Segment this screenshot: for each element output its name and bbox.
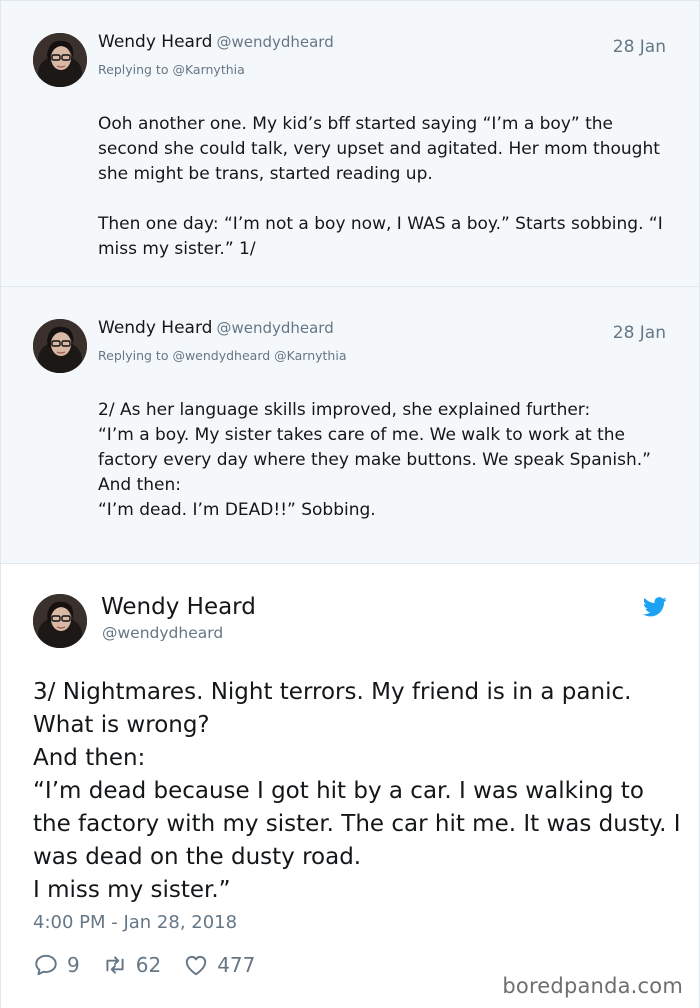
replying-to: Replying to @Karnythia [98, 62, 245, 77]
avatar-image [33, 33, 87, 87]
author-line: Wendy Heard @wendydheard [98, 318, 334, 338]
author-name[interactable]: Wendy Heard [98, 318, 212, 338]
avatar[interactable] [33, 33, 87, 87]
author-handle[interactable]: @wendydheard [216, 319, 333, 337]
tweet-date[interactable]: 28 Jan [613, 37, 666, 57]
tweet-date[interactable]: 28 Jan [613, 323, 666, 343]
twitter-bird-icon[interactable] [643, 596, 667, 618]
author-line: Wendy Heard @wendydheard [98, 32, 334, 52]
tweet-timestamp[interactable]: 4:00 PM - Jan 28, 2018 [33, 912, 237, 933]
avatar-image [33, 594, 87, 648]
author-name[interactable]: Wendy Heard [98, 32, 212, 52]
avatar-image [33, 319, 87, 373]
reply-count: 9 [67, 953, 80, 977]
tweet-text: Ooh another one. My kid’s bff started sa… [98, 114, 663, 259]
avatar[interactable] [33, 319, 87, 373]
tweet-actions: 9 62 477 [33, 952, 277, 978]
reply-button[interactable]: 9 [33, 952, 80, 978]
heart-icon [186, 955, 207, 976]
reply-icon [35, 954, 57, 976]
avatar[interactable] [33, 594, 87, 648]
reply-tweet-2[interactable]: Wendy Heard @wendydheard 28 Jan Replying … [0, 287, 700, 564]
main-tweet[interactable]: Wendy Heard @wendydheard 3/ Nightmares. … [0, 564, 700, 1008]
retweet-button[interactable]: 62 [102, 952, 161, 978]
like-count: 477 [217, 953, 256, 977]
reply-tweet-1[interactable]: Wendy Heard @wendydheard 28 Jan Replying … [0, 0, 700, 287]
replying-to: Replying to @wendydheard @Karnythia [98, 348, 347, 363]
tweet-text: 2/ As her language skills improved, she … [98, 400, 651, 520]
retweet-icon [106, 956, 124, 974]
like-button[interactable]: 477 [183, 952, 255, 978]
tweet-text: 3/ Nightmares. Night terrors. My friend … [33, 679, 681, 903]
retweet-count: 62 [135, 953, 162, 977]
watermark: boredpanda.com [502, 974, 683, 998]
author-name[interactable]: Wendy Heard [101, 594, 256, 620]
author-handle[interactable]: @wendydheard [102, 624, 223, 642]
author-handle[interactable]: @wendydheard [216, 33, 333, 51]
